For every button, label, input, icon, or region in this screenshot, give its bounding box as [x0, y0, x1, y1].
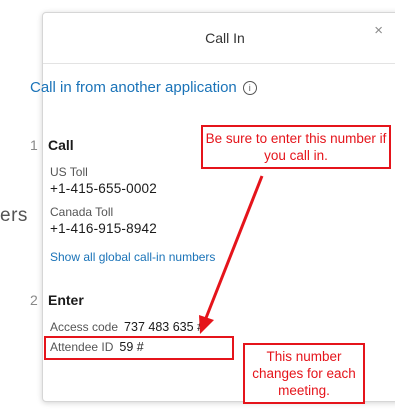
canada-toll-number: +1-416-915-8942 [50, 221, 157, 236]
dialog-header: Call In × [43, 13, 395, 64]
call-from-app-label: Call in from another application [30, 79, 237, 96]
step-enter: 2 Enter [30, 292, 84, 308]
access-code-value: 737 483 635 # [124, 320, 204, 334]
enter-number-callout: Be sure to enter this number if you call… [201, 125, 391, 169]
us-toll-label: US Toll [50, 165, 88, 179]
dialog-title: Call In [205, 30, 245, 46]
number-changes-callout: This number changes for each meeting. [243, 343, 365, 404]
show-all-numbers-link[interactable]: Show all global call-in numbers [50, 250, 215, 264]
step-number: 2 [30, 292, 38, 308]
call-from-app-link[interactable]: Call in from another application i [30, 79, 257, 96]
us-toll-number: +1-415-655-0002 [50, 181, 157, 196]
step-label: Enter [48, 292, 84, 308]
canada-toll-label: Canada Toll [50, 205, 114, 219]
step-number: 1 [30, 137, 38, 153]
attendee-highlight-box [44, 336, 234, 360]
info-icon[interactable]: i [242, 81, 257, 95]
step-call: 1 Call [30, 137, 74, 153]
close-icon[interactable]: × [374, 22, 383, 39]
background-text-fragment: ers [0, 205, 28, 226]
access-code-row: Access code 737 483 635 # [50, 320, 204, 334]
step-label: Call [48, 137, 74, 153]
access-code-label: Access code [50, 320, 119, 334]
screenshot-stage: ers Call In × Call in from another appli… [0, 0, 395, 416]
